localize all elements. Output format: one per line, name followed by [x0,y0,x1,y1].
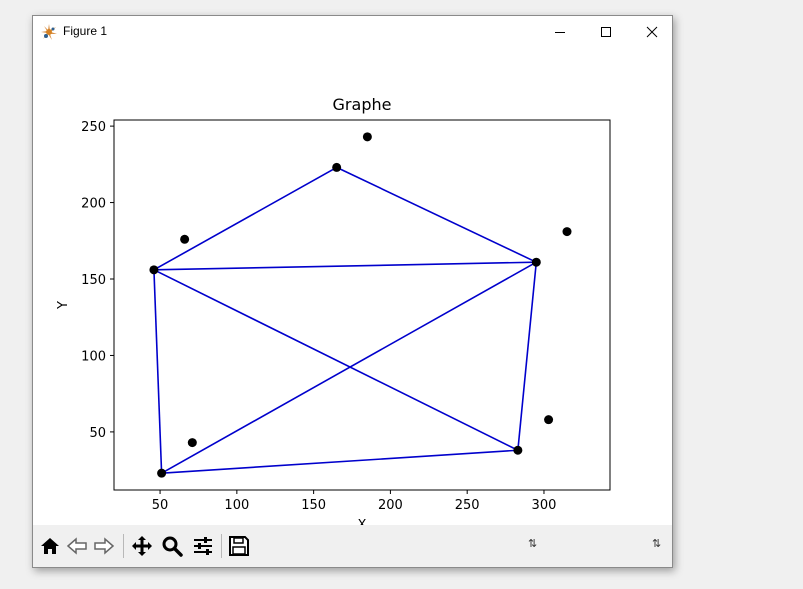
matplotlib-figure-icon [40,23,58,41]
plot-area[interactable] [149,132,572,478]
x-tick-label: 50 [152,498,169,513]
toolbar-separator [221,534,222,558]
data-point [187,438,197,448]
cursor-readout-left: ⇅ [528,537,538,550]
figure-window: Figure 1 Graphe X Y 50 100 150 200 250 300 50 1… [32,15,673,568]
data-point [180,234,190,244]
zoom-magnifier-icon [162,536,183,557]
y-axis-label: Y [56,301,71,310]
axes-frame [113,119,611,491]
zoom-button[interactable] [160,534,184,558]
forward-button[interactable] [92,534,116,558]
x-tick-label: 250 [455,498,480,513]
data-point [513,445,523,455]
minimize-icon [555,31,565,33]
data-point [531,257,541,267]
close-icon [646,26,658,37]
maximize-button[interactable] [583,16,629,47]
y-tick-label: 250 [81,120,106,135]
data-point [157,468,167,478]
data-point [562,227,572,237]
graph-edge [517,262,538,451]
cursor-readout-right: ⇅ [652,537,662,550]
data-point [544,415,554,425]
graph-edge [161,261,537,474]
y-tick-label: 100 [81,349,106,364]
home-icon [41,538,59,554]
graph-edge [153,261,537,271]
graph-edge [161,449,518,474]
graph-edge [153,166,338,271]
chart-svg[interactable]: Graphe X Y 50 100 150 200 250 300 50 100 150 200 2… [33,47,672,533]
back-button[interactable] [65,534,89,558]
graph-edge [153,269,519,451]
pan-move-icon [132,536,152,556]
forward-arrow-icon [94,537,115,555]
y-tick-label: 50 [89,426,106,441]
figure-canvas[interactable]: Graphe X Y 50 100 150 200 250 300 50 100 150 200 2… [33,47,672,533]
data-point [362,132,372,142]
x-tick-label: 200 [378,498,403,513]
x-tick-label: 150 [301,498,326,513]
y-tick-label: 200 [81,197,106,212]
save-floppy-icon [229,536,249,556]
minimize-button[interactable] [537,16,583,47]
window-title: Figure 1 [63,24,108,38]
chart-title: Graphe [333,95,392,114]
back-arrow-icon [66,537,87,555]
graph-edge [153,269,163,474]
toolbar-separator [123,534,124,558]
configure-subplots-button[interactable] [191,534,215,558]
x-tick-label: 300 [532,498,557,513]
graph-edge [336,166,537,263]
configure-subplots-icon [194,537,212,555]
navigation-toolbar: ⇅ ⇅ [33,525,672,567]
maximize-icon [601,26,611,37]
close-button[interactable] [629,16,675,47]
data-point [149,265,159,275]
data-point [332,162,342,172]
title-bar[interactable]: Figure 1 [33,16,672,47]
x-axis-label: X [358,518,367,525]
save-button[interactable] [227,534,251,558]
pan-button[interactable] [130,534,154,558]
home-button[interactable] [38,534,62,558]
y-tick-label: 150 [81,273,106,288]
x-tick-label: 100 [224,498,249,513]
